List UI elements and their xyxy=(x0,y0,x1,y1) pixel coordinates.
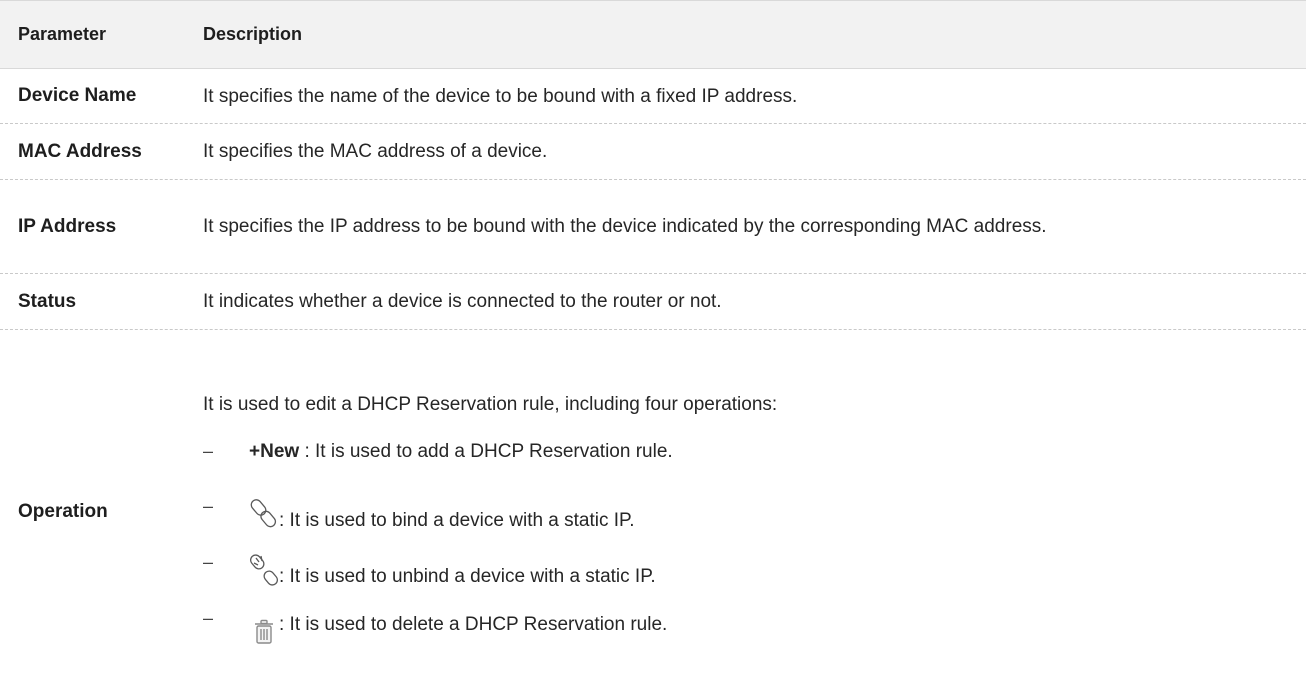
row-description: It indicates whether a device is connect… xyxy=(203,291,722,312)
bullet-dash: – xyxy=(203,441,214,461)
table-row: MAC Address It specifies the MAC address… xyxy=(0,124,1306,180)
operation-description: It is used to edit a DHCP Reservation ru… xyxy=(203,379,1306,645)
table-row-operation: Operation It is used to edit a DHCP Rese… xyxy=(0,330,1306,693)
operation-item-text: : It is used to delete a DHCP Reservatio… xyxy=(279,613,668,635)
table-row: IP Address It specifies the IP address t… xyxy=(0,180,1306,274)
row-parameter: Status xyxy=(18,290,77,312)
row-parameter: IP Address xyxy=(18,215,117,237)
link-icon xyxy=(249,493,279,533)
row-parameter: Operation xyxy=(18,500,108,522)
row-parameter: Device Name xyxy=(18,85,137,106)
new-button-label: +New xyxy=(249,441,300,462)
bullet-dash: – xyxy=(203,551,214,572)
operation-intro: It is used to edit a DHCP Reservation ru… xyxy=(203,394,778,415)
unlink-icon xyxy=(249,549,279,589)
operation-item-text: : It is used to bind a device with a sta… xyxy=(279,509,635,531)
operation-item-delete: – : It is used to delete a DHCP Reservat… xyxy=(203,589,1266,645)
trash-icon xyxy=(249,605,279,645)
table-row: Device Name It specifies the name of the… xyxy=(0,69,1306,124)
header-description: Description xyxy=(203,24,303,44)
row-description: It specifies the name of the device to b… xyxy=(203,85,798,107)
operation-item-text: : It is used to add a DHCP Reservation r… xyxy=(299,441,673,462)
row-description: It specifies the IP address to be bound … xyxy=(203,216,1047,237)
operation-item-new: – +New : It is used to add a DHCP Reserv… xyxy=(203,427,1266,477)
operation-item-bind: – : It is used to bind a device with a s… xyxy=(203,477,1266,533)
table-header-row: Parameter Description xyxy=(0,0,1306,69)
header-parameter: Parameter xyxy=(18,24,107,44)
bullet-dash: – xyxy=(203,607,214,628)
bullet-dash: – xyxy=(203,495,214,516)
row-description: It specifies the MAC address of a device… xyxy=(203,141,548,162)
operation-item-text: : It is used to unbind a device with a s… xyxy=(279,565,656,587)
row-parameter: MAC Address xyxy=(18,140,142,162)
operation-item-unbind: – : It is used to unbind a device with a… xyxy=(203,533,1266,589)
table-row: Status It indicates whether a device is … xyxy=(0,274,1306,330)
parameter-table: Parameter Description Device Name It spe… xyxy=(0,0,1306,693)
